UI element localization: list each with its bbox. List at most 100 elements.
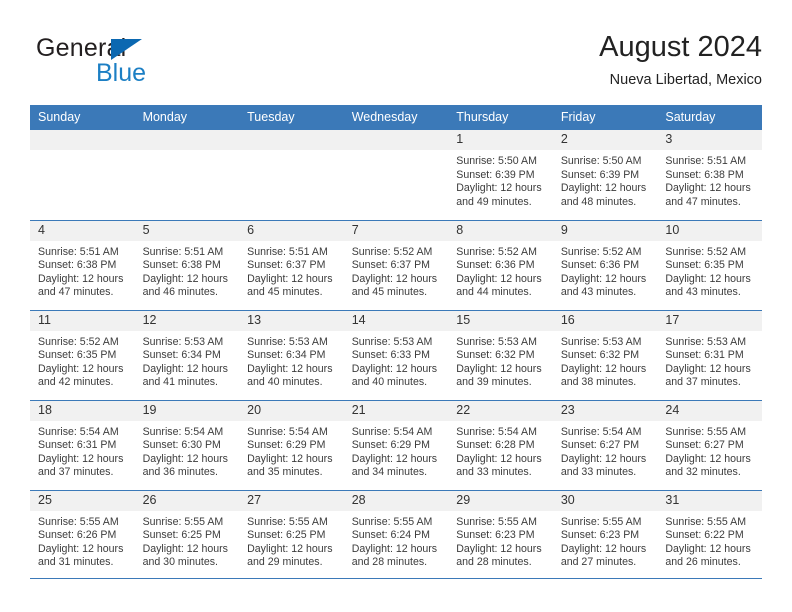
day-number: 15 [448,310,553,331]
day-cell[interactable]: 19 Sunrise: 5:54 AM Sunset: 6:30 PM Dayligh… [134,399,240,490]
sunset-text: Sunset: 6:31 PM [665,349,744,362]
day-cell[interactable]: 24 Sunrise: 5:55 AM Sunset: 6:27 PM Dayligh… [657,399,762,490]
sunrise-text: Sunrise: 5:51 AM [38,245,119,258]
day-cell[interactable]: 6 Sunrise: 5:51 AM Sunset: 6:37 PM Daylight… [239,219,344,310]
day-cell[interactable]: 9 Sunrise: 5:52 AM Sunset: 6:36 PM Daylight… [552,219,658,310]
daylight-text: Daylight: 12 hours and 49 minutes. [456,182,542,208]
calendar-table: Sunday Monday Tuesday Wednesday Thursday… [30,105,762,580]
day-info: Sunrise: 5:52 AM Sunset: 6:35 PM Daylight:… [657,241,762,300]
daylight-text: Daylight: 12 hours and 37 minutes. [38,452,124,479]
sunset-text: Sunset: 6:32 PM [560,349,640,362]
sunset-text: Sunset: 6:39 PM [560,168,640,181]
day-cell[interactable]: 4 Sunrise: 5:51 AM Sunset: 6:38 PM Daylight… [30,219,135,310]
day-cell[interactable]: 17 Sunrise: 5:53 AM Sunset: 6:31 PM Dayligh… [657,309,762,400]
sunrise-text: Sunrise: 5:53 AM [351,335,433,348]
daylight-text: Daylight: 12 hours and 29 minutes. [247,542,333,569]
sunrise-text: Sunrise: 5:51 AM [142,245,224,258]
day-info: Sunrise: 5:52 AM Sunset: 6:36 PM Daylight:… [448,241,553,300]
day-cell[interactable]: 7 Sunrise: 5:52 AM Sunset: 6:37 PM Daylight… [343,219,449,310]
day-info: Sunrise: 5:55 AM Sunset: 6:25 PM Daylight:… [135,511,240,570]
day-cell[interactable]: 21 Sunrise: 5:54 AM Sunset: 6:29 PM Dayligh… [343,399,449,490]
day-cell-empty [30,130,135,220]
sunrise-text: Sunrise: 5:52 AM [351,245,433,258]
day-cell[interactable]: 18 Sunrise: 5:54 AM Sunset: 6:31 PM Dayligh… [30,399,135,490]
weekday-header-tuesday: Tuesday [239,105,344,130]
day-cell[interactable]: 8 Sunrise: 5:52 AM Sunset: 6:36 PM Daylight… [448,219,553,310]
day-cell-empty [343,130,449,220]
daylight-text: Daylight: 12 hours and 31 minutes. [38,542,124,569]
day-cell[interactable]: 13 Sunrise: 5:53 AM Sunset: 6:34 PM Dayligh… [239,309,344,400]
sunset-text: Sunset: 6:24 PM [351,529,431,542]
day-cell[interactable]: 27 Sunrise: 5:55 AM Sunset: 6:25 PM Dayligh… [239,489,344,580]
day-cell[interactable]: 10 Sunrise: 5:52 AM Sunset: 6:35 PM Dayligh… [657,219,762,310]
sunset-text: Sunset: 6:37 PM [247,259,326,272]
day-cell[interactable]: 15 Sunrise: 5:53 AM Sunset: 6:32 PM Dayligh… [448,309,553,400]
day-cell[interactable]: 12 Sunrise: 5:53 AM Sunset: 6:34 PM Dayligh… [134,309,240,400]
calendar-page: General Blue August 2024 Nueva Libertad,… [0,0,792,612]
sunrise-text: Sunrise: 5:53 AM [456,335,537,348]
sunset-text: Sunset: 6:22 PM [665,529,744,542]
daylight-text: Daylight: 12 hours and 48 minutes. [560,182,647,208]
weekday-header-wednesday: Wednesday [343,105,449,130]
sunrise-text: Sunrise: 5:54 AM [351,425,433,438]
sunrise-text: Sunrise: 5:51 AM [665,155,747,167]
day-cell[interactable]: 16 Sunrise: 5:53 AM Sunset: 6:32 PM Dayligh… [552,309,658,400]
day-cell[interactable]: 30 Sunrise: 5:55 AM Sunset: 6:23 PM Dayligh… [552,489,658,580]
day-info: Sunrise: 5:53 AM Sunset: 6:34 PM Daylight:… [135,331,240,390]
day-cell[interactable]: 29 Sunrise: 5:55 AM Sunset: 6:23 PM Dayligh… [448,489,553,580]
day-cell[interactable]: 5 Sunrise: 5:51 AM Sunset: 6:38 PM Daylight… [134,219,240,310]
day-number [134,130,240,150]
day-number: 27 [239,490,344,511]
day-cell[interactable]: 3 Sunrise: 5:51 AM Sunset: 6:38 PM Daylight… [657,130,762,220]
sunset-text: Sunset: 6:25 PM [142,529,221,542]
day-cell[interactable]: 25 Sunrise: 5:55 AM Sunset: 6:26 PM Dayligh… [30,489,135,580]
day-number: 30 [552,490,658,511]
day-info: Sunrise: 5:50 AM Sunset: 6:39 PM Daylight:… [553,150,658,209]
day-cell[interactable]: 20 Sunrise: 5:54 AM Sunset: 6:29 PM Dayligh… [239,399,344,490]
day-cell[interactable]: 22 Sunrise: 5:54 AM Sunset: 6:28 PM Dayligh… [448,399,553,490]
day-cell[interactable]: 2 Sunrise: 5:50 AM Sunset: 6:39 PM Daylight… [552,130,658,220]
day-info: Sunrise: 5:55 AM Sunset: 6:27 PM Daylight:… [657,421,762,480]
day-info: Sunrise: 5:52 AM Sunset: 6:36 PM Daylight:… [553,241,658,300]
day-number: 14 [343,310,449,331]
day-info: Sunrise: 5:54 AM Sunset: 6:27 PM Daylight:… [553,421,658,480]
day-number: 16 [552,310,658,331]
daylight-text: Daylight: 12 hours and 28 minutes. [456,542,542,569]
day-cell[interactable]: 11 Sunrise: 5:52 AM Sunset: 6:35 PM Dayligh… [30,309,135,400]
day-cell[interactable]: 28 Sunrise: 5:55 AM Sunset: 6:24 PM Dayligh… [343,489,449,580]
day-info: Sunrise: 5:51 AM Sunset: 6:38 PM Daylight:… [30,241,135,300]
daylight-text: Daylight: 12 hours and 43 minutes. [560,272,647,299]
sunrise-text: Sunrise: 5:55 AM [247,515,328,528]
day-number: 3 [657,130,762,150]
day-cell[interactable]: 26 Sunrise: 5:55 AM Sunset: 6:25 PM Dayligh… [134,489,240,580]
day-cell[interactable]: 1 Sunrise: 5:50 AM Sunset: 6:39 PM Daylight… [448,130,553,220]
day-cell[interactable]: 14 Sunrise: 5:53 AM Sunset: 6:33 PM Dayligh… [343,309,449,400]
calendar-week-row: 1 Sunrise: 5:50 AM Sunset: 6:39 PM Daylight… [30,130,762,220]
day-info: Sunrise: 5:51 AM Sunset: 6:37 PM Daylight:… [239,241,344,300]
sunrise-text: Sunrise: 5:53 AM [665,335,747,348]
day-number: 29 [448,490,553,511]
sunset-text: Sunset: 6:23 PM [560,529,640,542]
day-number: 11 [30,310,135,331]
day-info: Sunrise: 5:52 AM Sunset: 6:37 PM Daylight:… [344,241,449,300]
day-info: Sunrise: 5:53 AM Sunset: 6:32 PM Daylight:… [448,331,553,390]
day-number: 20 [239,400,344,421]
title-block: August 2024 Nueva Libertad, Mexico [599,28,762,90]
day-number: 13 [239,310,344,331]
weekday-header-saturday: Saturday [657,105,762,130]
day-cell-empty [134,130,240,220]
sunset-text: Sunset: 6:23 PM [456,529,535,542]
sunset-text: Sunset: 6:35 PM [38,349,117,362]
day-number: 1 [448,130,553,150]
day-number: 6 [239,220,344,241]
day-cell-empty [239,130,344,220]
page-title: August 2024 [599,31,762,63]
daylight-text: Daylight: 12 hours and 40 minutes. [247,362,333,389]
sunrise-text: Sunrise: 5:55 AM [38,515,119,528]
day-info: Sunrise: 5:54 AM Sunset: 6:29 PM Daylight:… [239,421,344,480]
day-cell[interactable]: 23 Sunrise: 5:54 AM Sunset: 6:27 PM Dayligh… [552,399,658,490]
daylight-text: Daylight: 12 hours and 35 minutes. [247,452,333,479]
day-cell[interactable]: 31 Sunrise: 5:55 AM Sunset: 6:22 PM Dayligh… [657,489,762,580]
general-blue-logo[interactable]: General Blue [36,34,236,90]
daylight-text: Daylight: 12 hours and 41 minutes. [142,362,228,389]
